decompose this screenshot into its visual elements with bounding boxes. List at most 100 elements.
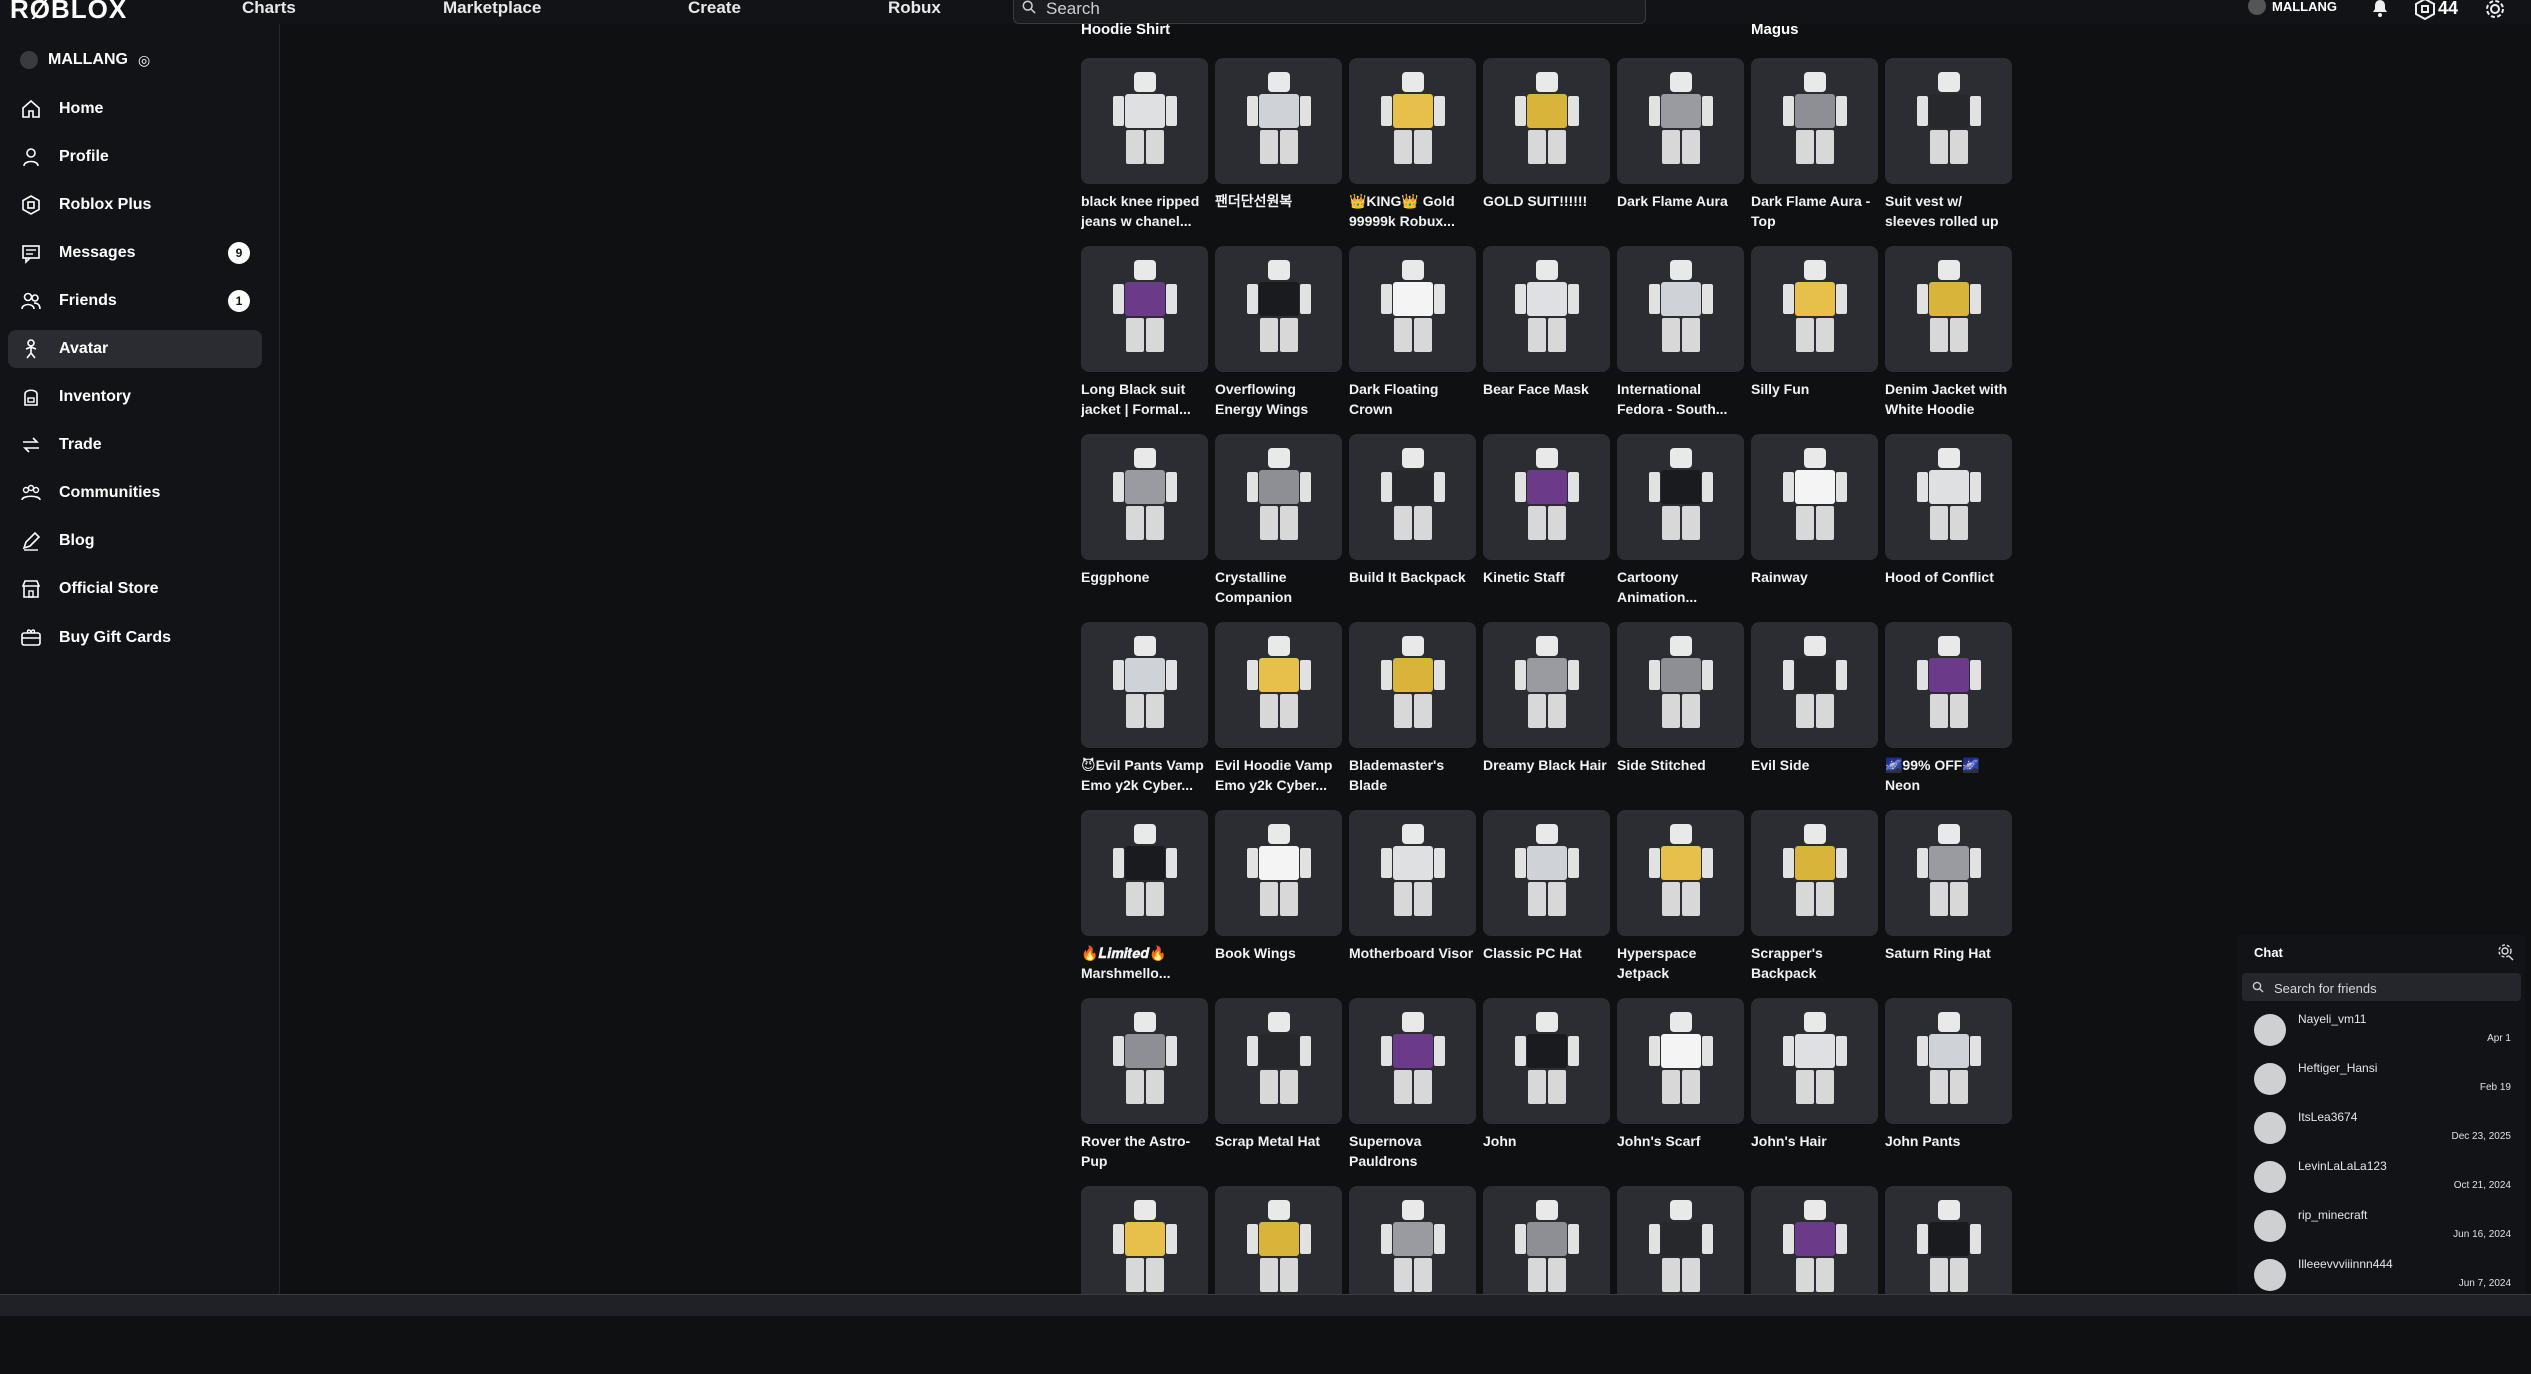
sidebar-item-official-store[interactable]: Official Store	[8, 570, 262, 608]
sidebar-item-buy-gift-cards[interactable]: Buy Gift Cards	[8, 619, 262, 657]
item-card[interactable]: Rainway	[1751, 434, 1878, 622]
chat-friend-row[interactable]: LevinLaLaLa123 Oct 21, 2024	[2238, 1153, 2525, 1202]
item-thumbnail[interactable]	[1215, 246, 1342, 372]
item-card[interactable]	[1349, 1186, 1476, 1374]
item-card[interactable]: Hood of Conflict	[1885, 434, 2012, 622]
item-card[interactable]: Book Wings	[1215, 810, 1342, 998]
chat-friend-row[interactable]: Heftiger_Hansi Feb 19	[2238, 1055, 2525, 1104]
sidebar-item-inventory[interactable]: Inventory	[8, 378, 262, 416]
item-thumbnail[interactable]	[1081, 622, 1208, 748]
item-thumbnail[interactable]	[1885, 998, 2012, 1124]
item-card[interactable]: 🌌99% OFF🌌 Neon Marshmello...	[1885, 622, 2012, 810]
item-card[interactable]: Build It Backpack	[1349, 434, 1476, 622]
item-thumbnail[interactable]	[1349, 810, 1476, 936]
item-card[interactable]: GOLD SUIT!!!!!!	[1483, 58, 1610, 246]
item-thumbnail[interactable]	[1215, 434, 1342, 560]
item-card[interactable]: 👑KING👑 Gold 99999k Robux...	[1349, 58, 1476, 246]
item-thumbnail[interactable]	[1617, 998, 1744, 1124]
item-thumbnail[interactable]	[1081, 58, 1208, 184]
item-thumbnail[interactable]	[1751, 434, 1878, 560]
item-card[interactable]	[1215, 1186, 1342, 1374]
item-card[interactable]: 🔥𝑳𝒊𝒎𝒊𝒕𝒆𝒅🔥 Marshmello...	[1081, 810, 1208, 998]
chat-settings-icon[interactable]	[2497, 943, 2515, 961]
chat-friend-row[interactable]: rip_minecraft Jun 16, 2024	[2238, 1202, 2525, 1251]
item-thumbnail[interactable]	[1215, 998, 1342, 1124]
item-card[interactable]: 팬더단선원복	[1215, 58, 1342, 246]
item-card[interactable]: John Pants	[1885, 998, 2012, 1186]
nav-charts[interactable]: Charts	[242, 0, 296, 18]
item-card[interactable]: Kinetic Staff	[1483, 434, 1610, 622]
item-card[interactable]: Bear Face Mask	[1483, 246, 1610, 434]
item-card[interactable]: Scrapper's Backpack	[1751, 810, 1878, 998]
item-card[interactable]: Supernova Pauldrons	[1349, 998, 1476, 1186]
item-thumbnail[interactable]	[1617, 810, 1744, 936]
item-thumbnail[interactable]	[1483, 58, 1610, 184]
item-card[interactable]: Denim Jacket with White Hoodie	[1885, 246, 2012, 434]
nav-robux[interactable]: Robux	[888, 0, 941, 18]
item-card[interactable]: 😈Evil Pants Vamp Emo y2k Cyber...	[1081, 622, 1208, 810]
item-card[interactable]	[1483, 1186, 1610, 1374]
item-thumbnail[interactable]	[1081, 810, 1208, 936]
item-thumbnail[interactable]	[1349, 58, 1476, 184]
item-thumbnail[interactable]	[1617, 246, 1744, 372]
item-card[interactable]: John	[1483, 998, 1610, 1186]
item-thumbnail[interactable]	[1215, 622, 1342, 748]
item-thumbnail[interactable]	[1751, 998, 1878, 1124]
item-thumbnail[interactable]	[1483, 246, 1610, 372]
notifications-bell-icon[interactable]	[2370, 0, 2390, 18]
chat-friend-row[interactable]: Illeeevvviiinnn444 Jun 7, 2024	[2238, 1251, 2525, 1300]
sidebar-item-communities[interactable]: Communities	[8, 474, 262, 512]
item-thumbnail[interactable]	[1349, 246, 1476, 372]
item-card[interactable]: Side Stitched	[1617, 622, 1744, 810]
item-card[interactable]: Motherboard Visor	[1349, 810, 1476, 998]
item-card[interactable]: Overflowing Energy Wings	[1215, 246, 1342, 434]
item-card[interactable]	[1885, 1186, 2012, 1374]
sidebar-item-friends[interactable]: Friends 1	[8, 282, 262, 320]
item-thumbnail[interactable]	[1081, 434, 1208, 560]
item-thumbnail[interactable]	[1349, 998, 1476, 1124]
item-thumbnail[interactable]	[1081, 998, 1208, 1124]
item-card[interactable]	[1081, 1186, 1208, 1374]
item-card[interactable]: John's Scarf	[1617, 998, 1744, 1186]
item-thumbnail[interactable]	[1349, 622, 1476, 748]
sidebar-item-trade[interactable]: Trade	[8, 426, 262, 464]
item-card[interactable]	[1617, 1186, 1744, 1374]
item-thumbnail[interactable]	[1483, 810, 1610, 936]
item-thumbnail[interactable]	[1215, 810, 1342, 936]
chat-search-input[interactable]	[2272, 977, 2516, 999]
item-thumbnail[interactable]	[1483, 998, 1610, 1124]
item-card[interactable]: Crystalline Companion	[1215, 434, 1342, 622]
item-card[interactable]: Silly Fun	[1751, 246, 1878, 434]
item-card[interactable]: International Fedora - South...	[1617, 246, 1744, 434]
item-thumbnail[interactable]	[1349, 434, 1476, 560]
item-thumbnail[interactable]	[1617, 434, 1744, 560]
item-thumbnail[interactable]	[1885, 622, 2012, 748]
chat-friend-row[interactable]: ItsLea3674 Dec 23, 2025	[2238, 1104, 2525, 1153]
item-card[interactable]: Classic PC Hat	[1483, 810, 1610, 998]
robux-balance[interactable]: 44	[2438, 0, 2458, 19]
item-thumbnail[interactable]	[1215, 58, 1342, 184]
item-card[interactable]: Dreamy Black Hair	[1483, 622, 1610, 810]
item-thumbnail[interactable]	[1751, 246, 1878, 372]
item-thumbnail[interactable]	[1885, 58, 2012, 184]
item-card[interactable]: Blademaster's Blade	[1349, 622, 1476, 810]
item-thumbnail[interactable]	[1483, 434, 1610, 560]
item-card[interactable]: Suit vest w/ sleeves rolled up ...	[1885, 58, 2012, 246]
item-thumbnail[interactable]	[1751, 810, 1878, 936]
item-card[interactable]: Evil Side	[1751, 622, 1878, 810]
item-card[interactable]: John's Hair	[1751, 998, 1878, 1186]
item-card[interactable]: Eggphone	[1081, 434, 1208, 622]
sidebar-item-home[interactable]: Home	[8, 90, 262, 128]
item-card[interactable]: Hyperspace Jetpack	[1617, 810, 1744, 998]
sidebar-item-avatar[interactable]: Avatar	[8, 330, 262, 368]
robux-icon[interactable]	[2414, 0, 2436, 20]
user-menu[interactable]: MALLANG	[2248, 0, 2337, 15]
item-card[interactable]: Dark Flame Aura	[1617, 58, 1744, 246]
roblox-logo[interactable]: RØBLOX	[10, 0, 127, 25]
sidebar-item-messages[interactable]: Messages 9	[8, 234, 262, 272]
nav-create[interactable]: Create	[688, 0, 741, 18]
item-thumbnail[interactable]	[1617, 622, 1744, 748]
item-card[interactable]: Long Black suit jacket | Formal...	[1081, 246, 1208, 434]
item-card[interactable]: black knee ripped jeans w chanel...	[1081, 58, 1208, 246]
sidebar-item-blog[interactable]: Blog	[8, 522, 262, 560]
